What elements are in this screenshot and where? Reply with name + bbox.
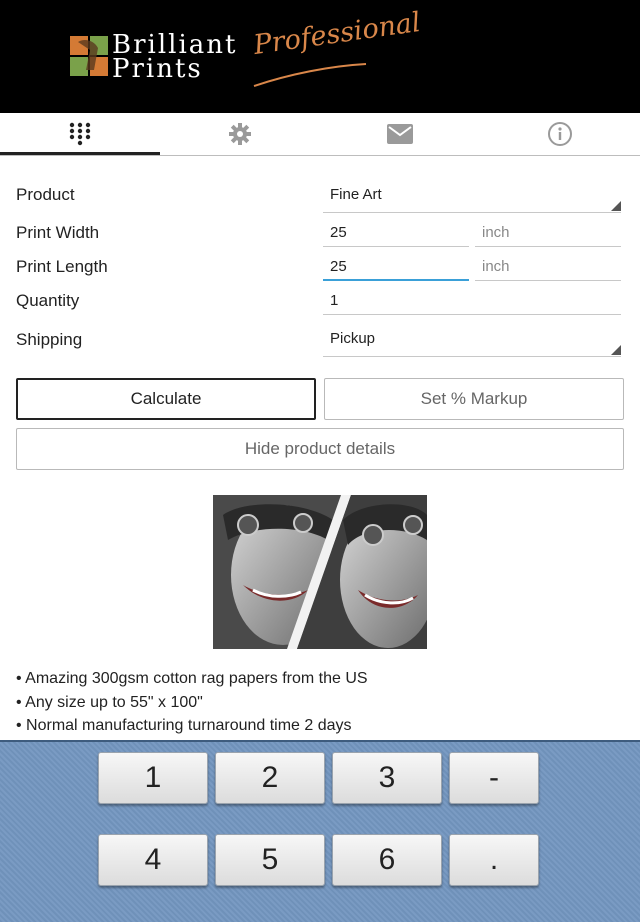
print-width-label: Print Width xyxy=(16,223,100,242)
product-dropdown[interactable]: Fine Art xyxy=(323,182,621,213)
app-header: Brilliant Prints Professional xyxy=(0,0,640,113)
tab-settings[interactable] xyxy=(160,113,320,155)
dropdown-arrow-icon xyxy=(611,201,621,211)
quantity-input[interactable]: 1 xyxy=(323,287,621,315)
shipping-label: Shipping xyxy=(16,330,83,349)
key-5[interactable]: 5 xyxy=(215,834,325,886)
active-tab-indicator xyxy=(0,152,160,155)
dropdown-arrow-icon xyxy=(611,345,621,355)
product-label: Product xyxy=(16,185,75,204)
print-length-unit: inch xyxy=(475,253,621,281)
key-3[interactable]: 3 xyxy=(332,752,442,804)
shipping-dropdown[interactable]: Pickup xyxy=(323,326,621,357)
key-1[interactable]: 1 xyxy=(98,752,208,804)
brand-name: Brilliant Prints xyxy=(112,32,238,84)
calculate-button[interactable]: Calculate xyxy=(16,378,316,420)
tab-bar xyxy=(0,113,640,156)
product-detail-item: • Any size up to 55" x 100" xyxy=(16,694,203,711)
product-selected-value: Fine Art xyxy=(330,186,382,203)
gear-icon xyxy=(229,123,251,145)
key-6[interactable]: 6 xyxy=(332,834,442,886)
product-sample-image xyxy=(213,495,427,649)
brand-line-2: Prints xyxy=(112,54,203,84)
key-minus[interactable]: - xyxy=(449,752,539,804)
tab-email[interactable] xyxy=(320,113,480,155)
print-width-unit: inch xyxy=(475,219,621,247)
keypad-icon xyxy=(69,122,91,146)
set-markup-button[interactable]: Set % Markup xyxy=(324,378,624,420)
brand-subtitle: Professional xyxy=(251,6,423,61)
print-length-label: Print Length xyxy=(16,257,108,276)
product-detail-item: • Amazing 300gsm cotton rag papers from … xyxy=(16,670,368,687)
brilliant-prints-logo-icon xyxy=(70,36,108,76)
tab-info[interactable] xyxy=(480,113,640,155)
hide-product-details-button[interactable]: Hide product details xyxy=(16,428,624,470)
key-decimal[interactable]: . xyxy=(449,834,539,886)
print-length-input[interactable]: 25 xyxy=(323,253,469,281)
key-2[interactable]: 2 xyxy=(215,752,325,804)
shipping-selected-value: Pickup xyxy=(330,330,376,347)
product-detail-item: • Normal manufacturing turnaround time 2… xyxy=(16,717,352,734)
quantity-label: Quantity xyxy=(16,291,80,310)
tab-calculator[interactable] xyxy=(0,113,160,155)
info-icon xyxy=(548,122,572,146)
key-4[interactable]: 4 xyxy=(98,834,208,886)
mail-icon xyxy=(387,124,413,144)
subtitle-swoosh-icon xyxy=(253,63,367,87)
numeric-keypad: 1 2 3 - 4 5 6 . xyxy=(0,740,640,922)
print-width-input[interactable]: 25 xyxy=(323,219,469,247)
